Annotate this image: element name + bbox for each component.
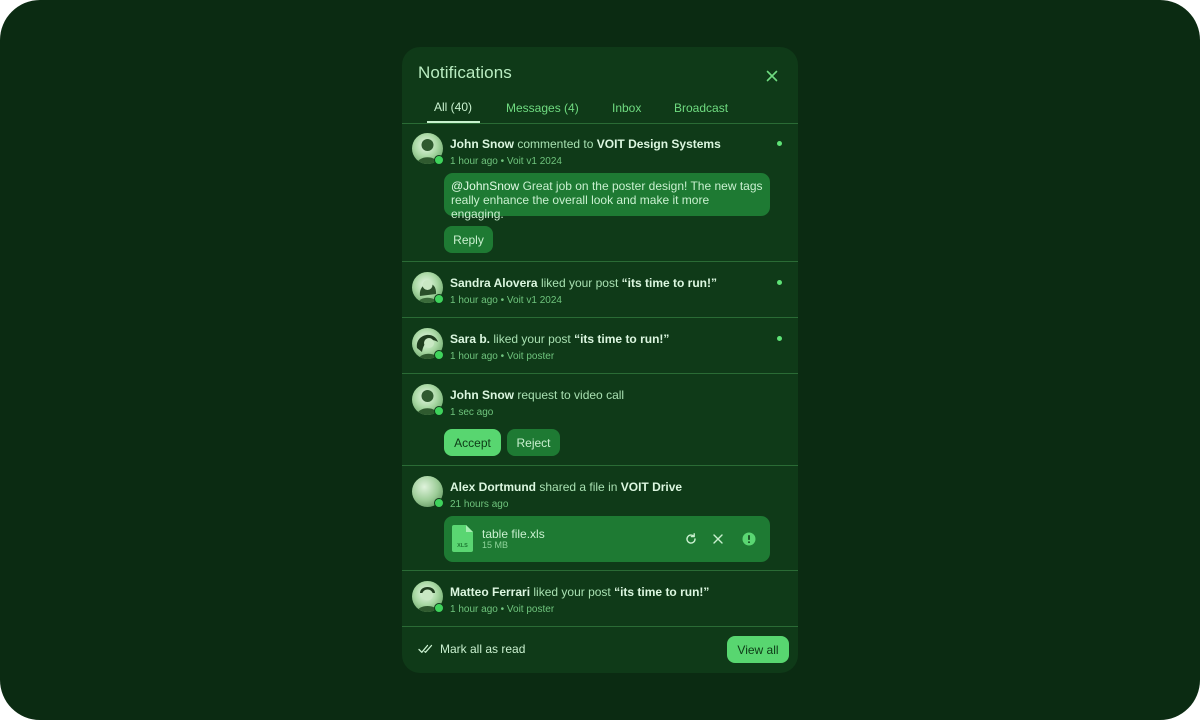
post-title[interactable]: “its time to run!” bbox=[622, 276, 717, 290]
close-icon bbox=[766, 70, 778, 82]
panel-title: Notifications bbox=[418, 63, 512, 82]
reject-button[interactable]: Reject bbox=[507, 429, 560, 456]
user-name: Alex Dortmund bbox=[450, 480, 537, 494]
panel-footer: Mark all as read View all bbox=[402, 627, 798, 673]
notification-text: John Snow commented to VOIT Design Syste… bbox=[450, 137, 721, 151]
action-text: shared a file in bbox=[539, 480, 618, 494]
notification-item[interactable]: Sandra Alovera liked your post “its time… bbox=[402, 262, 798, 318]
file-size: 15 MB bbox=[482, 540, 509, 550]
user-name: Sara b. bbox=[450, 332, 491, 346]
action-text: liked your post bbox=[533, 585, 611, 599]
timestamp: 1 hour ago bbox=[450, 295, 498, 306]
mention[interactable]: @JohnSnow bbox=[451, 179, 519, 193]
notification-item[interactable]: John Snow request to video call 1 sec ag… bbox=[402, 374, 798, 466]
action-text: liked your post bbox=[540, 276, 619, 290]
post-title[interactable]: “its time to run!” bbox=[614, 585, 709, 599]
double-check-icon bbox=[418, 644, 433, 653]
target-name[interactable]: VOIT Drive bbox=[621, 480, 682, 494]
source: Voit v1 2024 bbox=[506, 295, 562, 306]
source: Voit poster bbox=[506, 351, 555, 362]
notification-item[interactable]: Matteo Ferrari liked your post “its time… bbox=[402, 571, 798, 627]
view-all-button[interactable]: View all bbox=[727, 636, 789, 663]
notification-text: Sara b. liked your post “its time to run… bbox=[450, 332, 669, 346]
notification-meta: 1 hour ago • Voit v1 2024 bbox=[450, 156, 562, 167]
online-status-dot bbox=[434, 406, 444, 416]
notification-text: Sandra Alovera liked your post “its time… bbox=[450, 276, 717, 290]
online-status-dot bbox=[434, 350, 444, 360]
file-name: table file.xls bbox=[482, 527, 545, 541]
online-status-dot bbox=[434, 603, 444, 613]
unread-indicator bbox=[777, 336, 782, 341]
accept-button[interactable]: Accept bbox=[444, 429, 501, 456]
action-text: liked your post bbox=[493, 332, 571, 346]
backdrop: Notifications All (40) Messages (4) Inbo… bbox=[0, 0, 1200, 720]
timestamp: 1 sec ago bbox=[450, 407, 494, 418]
mark-all-read-button[interactable]: Mark all as read bbox=[418, 642, 525, 656]
user-name: John Snow bbox=[450, 388, 514, 402]
timestamp: 1 hour ago bbox=[450, 604, 498, 615]
tab-broadcast[interactable]: Broadcast bbox=[674, 101, 728, 115]
action-text: commented to bbox=[517, 137, 594, 151]
tab-bar: All (40) Messages (4) Inbox Broadcast bbox=[402, 93, 798, 124]
file-attachment[interactable]: XLS table file.xls 15 MB bbox=[444, 516, 770, 562]
tab-all[interactable]: All (40) bbox=[434, 100, 472, 114]
reply-button[interactable]: Reply bbox=[444, 226, 493, 253]
source: Voit v1 2024 bbox=[506, 156, 562, 167]
file-type-label: XLS bbox=[457, 543, 468, 549]
notification-text: John Snow request to video call bbox=[450, 388, 624, 402]
file-xls-icon: XLS bbox=[452, 525, 473, 552]
user-name: John Snow bbox=[450, 137, 514, 151]
timestamp: 21 hours ago bbox=[450, 499, 509, 510]
comment-bubble: @JohnSnow Great job on the poster design… bbox=[444, 173, 770, 221]
user-name: Sandra Alovera bbox=[450, 276, 538, 290]
close-icon[interactable] bbox=[711, 532, 725, 546]
action-text: request to video call bbox=[517, 388, 625, 402]
tab-inbox[interactable]: Inbox bbox=[612, 101, 641, 115]
timestamp: 1 hour ago bbox=[450, 351, 498, 362]
separator: • bbox=[500, 604, 505, 615]
target-name[interactable]: VOIT Design Systems bbox=[597, 137, 721, 151]
mark-all-read-label: Mark all as read bbox=[440, 642, 526, 656]
alert-circle-icon[interactable] bbox=[742, 532, 756, 546]
separator: • bbox=[500, 295, 505, 306]
notification-item[interactable]: Alex Dortmund shared a file in VOIT Driv… bbox=[402, 466, 798, 571]
online-status-dot bbox=[434, 498, 444, 508]
active-tab-indicator bbox=[427, 121, 480, 123]
notification-text: Matteo Ferrari liked your post “its time… bbox=[450, 585, 709, 599]
timestamp: 1 hour ago bbox=[450, 156, 498, 167]
unread-indicator bbox=[777, 141, 782, 146]
notification-item[interactable]: Sara b. liked your post “its time to run… bbox=[402, 318, 798, 374]
notification-meta: 1 hour ago • Voit v1 2024 bbox=[450, 295, 562, 306]
notification-meta: 1 hour ago • Voit poster bbox=[450, 604, 554, 615]
unread-indicator bbox=[777, 280, 782, 285]
close-button[interactable] bbox=[760, 64, 784, 88]
separator: • bbox=[500, 351, 505, 362]
user-name: Matteo Ferrari bbox=[450, 585, 531, 599]
refresh-icon[interactable] bbox=[684, 532, 698, 546]
separator: • bbox=[500, 156, 505, 167]
notifications-panel: Notifications All (40) Messages (4) Inbo… bbox=[402, 47, 798, 673]
post-title[interactable]: “its time to run!” bbox=[574, 332, 669, 346]
online-status-dot bbox=[434, 294, 444, 304]
notification-text: Alex Dortmund shared a file in VOIT Driv… bbox=[450, 480, 682, 494]
notification-meta: 1 hour ago • Voit poster bbox=[450, 351, 554, 362]
source: Voit poster bbox=[506, 604, 555, 615]
notification-item[interactable]: John Snow commented to VOIT Design Syste… bbox=[402, 124, 798, 262]
online-status-dot bbox=[434, 155, 444, 165]
tab-messages[interactable]: Messages (4) bbox=[506, 101, 579, 115]
